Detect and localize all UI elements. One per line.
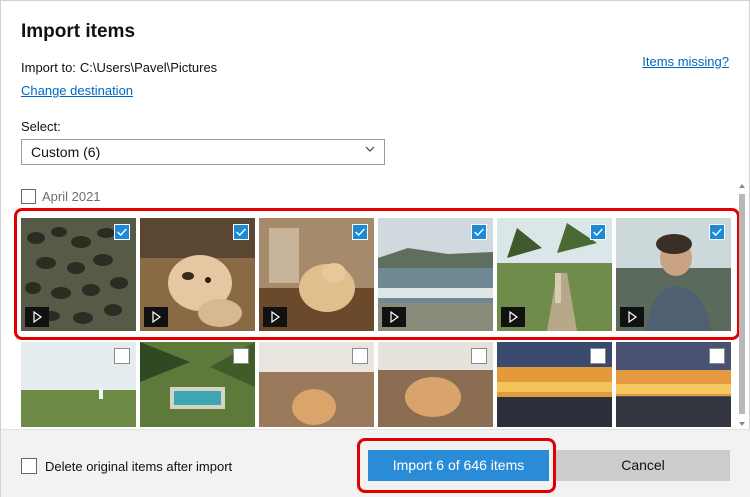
scroll-down-icon[interactable]: [739, 422, 745, 426]
dialog-title: Import items: [21, 21, 136, 42]
media-grid: [21, 218, 735, 427]
play-icon: [144, 307, 168, 327]
play-icon: [263, 307, 287, 327]
play-icon: [25, 307, 49, 327]
video-thumbnail[interactable]: [259, 218, 374, 331]
checkbox-icon[interactable]: [114, 348, 130, 364]
video-thumbnail[interactable]: [616, 218, 731, 331]
photo-thumbnail[interactable]: [497, 342, 612, 427]
video-thumbnail[interactable]: [378, 218, 493, 331]
play-icon: [501, 307, 525, 327]
checkmark-icon[interactable]: [233, 224, 249, 240]
dialog-footer: Delete original items after import Impor…: [1, 429, 750, 497]
items-missing-link[interactable]: Items missing?: [642, 54, 729, 69]
select-dropdown[interactable]: Custom (6): [21, 139, 385, 165]
photo-thumbnail[interactable]: [378, 342, 493, 427]
checkmark-icon[interactable]: [471, 224, 487, 240]
date-group-header: April 2021: [21, 189, 101, 204]
checkbox-icon[interactable]: [352, 348, 368, 364]
checkbox-icon[interactable]: [233, 348, 249, 364]
grid-scrollbar[interactable]: [738, 184, 746, 426]
video-thumbnail[interactable]: [497, 218, 612, 331]
import-items-dialog: Import items Import to: C:\Users\Pavel\Pi…: [0, 0, 750, 497]
import-to-path: C:\Users\Pavel\Pictures: [79, 60, 218, 75]
photo-thumbnail[interactable]: [140, 342, 255, 427]
video-thumbnail[interactable]: [21, 218, 136, 331]
checkmark-icon[interactable]: [352, 224, 368, 240]
scrollbar-thumb[interactable]: [739, 194, 745, 414]
video-thumbnail[interactable]: [140, 218, 255, 331]
import-to-label: Import to:: [21, 60, 76, 75]
delete-originals-checkbox[interactable]: [21, 458, 37, 474]
checkmark-icon[interactable]: [114, 224, 130, 240]
import-button[interactable]: Import 6 of 646 items: [368, 450, 549, 481]
delete-originals-label: Delete original items after import: [45, 458, 233, 474]
delete-originals-option[interactable]: Delete original items after import: [21, 458, 232, 474]
group-label: April 2021: [42, 189, 101, 204]
checkmark-icon[interactable]: [590, 224, 606, 240]
group-select-checkbox[interactable]: [21, 189, 36, 204]
scroll-up-icon[interactable]: [739, 184, 745, 188]
photo-thumbnail[interactable]: [259, 342, 374, 427]
play-icon: [620, 307, 644, 327]
checkbox-icon[interactable]: [471, 348, 487, 364]
chevron-down-icon: [365, 146, 375, 152]
photo-thumbnail[interactable]: [21, 342, 136, 427]
checkbox-icon[interactable]: [590, 348, 606, 364]
photo-thumbnail[interactable]: [616, 342, 731, 427]
change-destination-link[interactable]: Change destination: [21, 83, 133, 98]
import-to-row: Import to: C:\Users\Pavel\Pictures: [21, 60, 217, 75]
cancel-button[interactable]: Cancel: [556, 450, 730, 481]
select-value: Custom (6): [31, 144, 101, 160]
select-label: Select:: [21, 119, 61, 134]
checkbox-icon[interactable]: [709, 348, 725, 364]
play-icon: [382, 307, 406, 327]
checkmark-icon[interactable]: [709, 224, 725, 240]
